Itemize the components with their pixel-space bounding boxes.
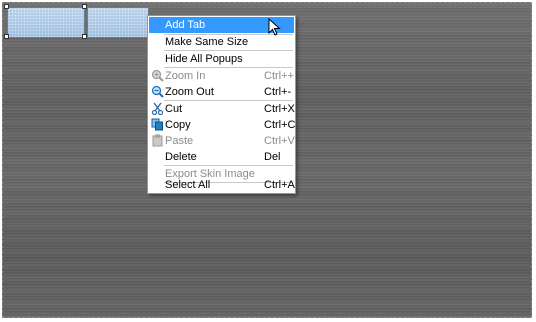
resize-handle[interactable] bbox=[4, 4, 9, 9]
menu-item-cut[interactable]: Cut Ctrl+X bbox=[149, 101, 295, 117]
zoom-out-icon bbox=[151, 85, 164, 98]
paste-icon bbox=[152, 134, 163, 147]
menu-item-label: Hide All Popups bbox=[165, 53, 243, 65]
menu-item-shortcut: Ctrl+- bbox=[264, 86, 292, 98]
zoom-in-icon bbox=[151, 69, 164, 82]
copy-icon bbox=[151, 118, 163, 131]
menu-item-label: Select All bbox=[165, 179, 211, 191]
menu-item-label: Make Same Size bbox=[165, 36, 249, 48]
resize-handle[interactable] bbox=[82, 34, 87, 39]
arrow-cursor-icon bbox=[268, 18, 281, 36]
menu-item-hide-all-popups[interactable]: Hide All Popups bbox=[149, 51, 294, 67]
menu-item-label: Zoom In bbox=[165, 70, 206, 82]
menu-item-copy[interactable]: Copy Ctrl+C bbox=[149, 117, 296, 133]
menu-item-paste[interactable]: Paste Ctrl+V bbox=[149, 133, 295, 149]
resize-handle[interactable] bbox=[4, 34, 9, 39]
menu-item-label: Delete bbox=[165, 151, 197, 163]
context-menu: Add Tab Make Same Size Hide All Popups Z… bbox=[147, 15, 296, 194]
menu-item-shortcut: Ctrl+X bbox=[264, 103, 295, 115]
menu-item-label: Zoom Out bbox=[165, 86, 214, 98]
menu-item-shortcut: Ctrl+V bbox=[264, 135, 295, 147]
menu-item-shortcut: Ctrl+A bbox=[264, 179, 295, 191]
menu-item-label: Copy bbox=[165, 119, 191, 131]
tab-2[interactable] bbox=[87, 7, 149, 38]
menu-item-select-all[interactable]: Select All Ctrl+A bbox=[149, 177, 295, 193]
menu-item-label: Cut bbox=[165, 103, 183, 115]
menu-item-shortcut: Ctrl++ bbox=[264, 70, 294, 82]
menu-item-delete[interactable]: Delete Del bbox=[149, 149, 294, 165]
menu-item-shortcut: Del bbox=[264, 151, 281, 163]
menu-item-zoom-out[interactable]: Zoom Out Ctrl+- bbox=[149, 84, 294, 100]
menu-item-make-same-size[interactable]: Make Same Size bbox=[149, 34, 294, 50]
menu-item-zoom-in[interactable]: Zoom In Ctrl++ bbox=[149, 68, 294, 84]
tab-1[interactable] bbox=[7, 7, 85, 38]
menu-item-shortcut: Ctrl+C bbox=[264, 119, 296, 131]
menu-item-label: Add Tab bbox=[165, 19, 206, 31]
menu-item-label: Paste bbox=[165, 135, 194, 147]
resize-handle[interactable] bbox=[82, 4, 87, 9]
scissors-icon bbox=[151, 102, 164, 115]
